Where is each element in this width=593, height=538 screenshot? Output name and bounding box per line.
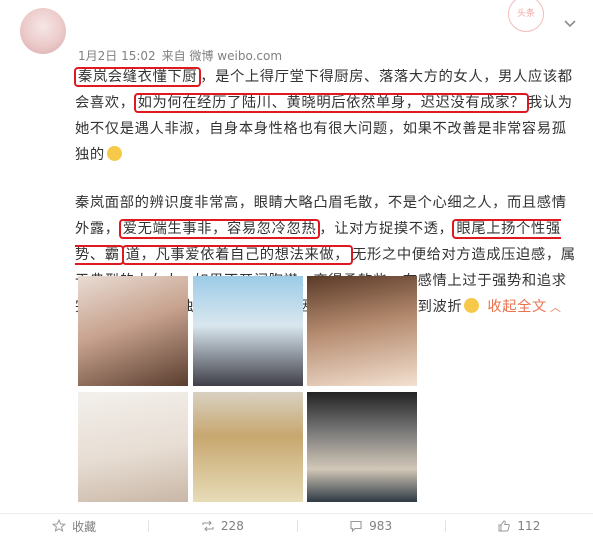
highlight-box: 道，凡事爱依着自己的想法来做，: [121, 245, 354, 265]
collapse-fulltext-label: 收起全文: [487, 299, 547, 315]
post-paragraph-1: 秦岚会缝衣懂下厨 ，是个上得厅堂下得厨房、落落大方的女人，男人应该都会喜欢， 如为何…: [74, 64, 580, 168]
photo-thumbnail-1[interactable]: [78, 276, 188, 386]
post-source: 来自 微博 weibo.com: [161, 49, 283, 63]
photo-thumbnail-5[interactable]: [193, 392, 303, 502]
post-meta: 1月2日 15:02 来自 微博 weibo.com: [78, 47, 282, 64]
highlight-box: 秦岚会缝衣懂下厨: [74, 67, 202, 87]
action-bar: 收藏 228 983 112: [0, 514, 593, 538]
favorite-button[interactable]: 收藏: [0, 514, 148, 538]
photo-thumbnail-4[interactable]: [78, 392, 188, 502]
favorite-label: 收藏: [72, 519, 97, 534]
post-text: ，让对方捉摸不透，: [319, 221, 454, 237]
photo-thumbnail-2[interactable]: [193, 276, 303, 386]
highlight-box: 爱无端生事非，容易忽冷忽热: [118, 219, 321, 239]
watermark-stamp: 头条: [508, 0, 544, 32]
comment-count: 983: [369, 519, 393, 533]
photo-thumbnail-3[interactable]: [307, 276, 417, 386]
repost-button[interactable]: 228: [148, 514, 296, 538]
like-count: 112: [517, 519, 541, 533]
like-button[interactable]: 112: [444, 514, 593, 538]
photo-grid: [78, 276, 420, 502]
comment-button[interactable]: 983: [296, 514, 445, 538]
chevron-up-icon: ︿: [549, 301, 562, 314]
collapse-fulltext-link[interactable]: 收起全文 ︿: [487, 299, 561, 315]
photo-thumbnail-6[interactable]: [307, 392, 417, 502]
avatar[interactable]: [20, 8, 66, 54]
star-icon: [52, 519, 67, 533]
emoji-icon: [106, 146, 122, 161]
comment-icon: [350, 520, 362, 533]
thumbs-up-icon: [498, 520, 511, 532]
post-time[interactable]: 1月2日 15:02: [78, 49, 156, 63]
emoji-icon: [464, 298, 480, 313]
repost-count: 228: [220, 519, 244, 533]
highlight-box: 如为何在经历了陆川、黄晓明后依然单身，迟迟没有成家？: [133, 93, 529, 113]
repost-icon: [202, 520, 214, 532]
chevron-down-icon[interactable]: [563, 18, 579, 30]
